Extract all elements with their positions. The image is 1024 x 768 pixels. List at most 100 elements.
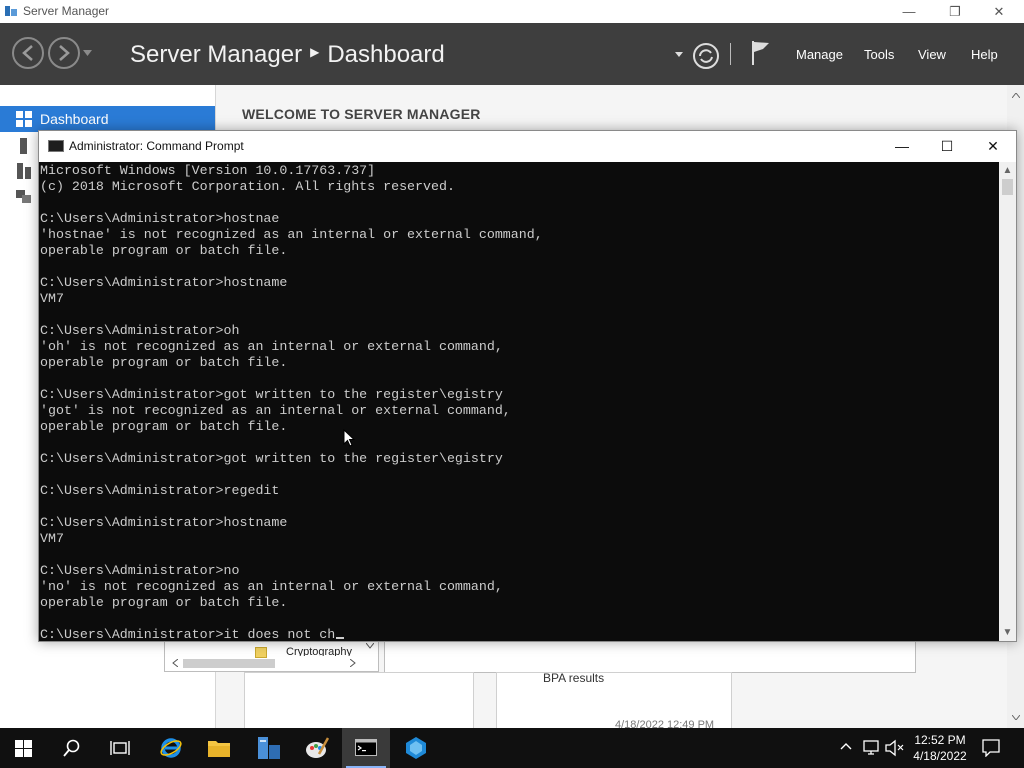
hscroll-left-icon[interactable] — [172, 659, 178, 667]
console-line: 'no' is not recognized as an internal or… — [40, 579, 503, 594]
command-prompt-title: Administrator: Command Prompt — [69, 139, 244, 153]
tree-scroll-down-icon[interactable] — [366, 643, 374, 649]
console-line: 'got' is not recognized as an internal o… — [40, 403, 511, 418]
command-prompt-titlebar[interactable]: Administrator: Command Prompt — ☐ ✕ — [39, 131, 1016, 162]
start-button[interactable] — [0, 728, 48, 768]
windows-logo-icon — [15, 740, 32, 757]
network-icon[interactable] — [862, 740, 880, 756]
server-manager-titlebar: Server Manager — ❐ ✕ — [0, 0, 1024, 24]
close-button[interactable]: ✕ — [976, 0, 1022, 23]
menu-help[interactable]: Help — [971, 47, 998, 62]
header-divider — [730, 43, 731, 65]
breadcrumb: Server Manager ▶ Dashboard — [130, 41, 445, 69]
console-scroll-up-icon[interactable]: ▲ — [999, 162, 1016, 179]
search-icon — [63, 739, 80, 757]
console-line: C:\Users\Administrator>hostname — [40, 275, 288, 290]
scroll-up-icon[interactable] — [1012, 93, 1020, 98]
paint-taskbar[interactable] — [293, 728, 341, 768]
dashboard-tile: BPA results 4/18/2022 12:49 PM — [496, 671, 732, 728]
dashboard-tile — [244, 672, 474, 728]
notifications-flag-icon[interactable] — [750, 39, 772, 67]
console-lines: Microsoft Windows [Version 10.0.17763.73… — [40, 163, 543, 641]
hscroll-thumb[interactable] — [183, 659, 275, 668]
cmd-minimize-button[interactable]: — — [879, 131, 925, 162]
folder-icon — [255, 647, 267, 658]
console-scroll-thumb[interactable] — [1002, 179, 1013, 195]
server-manager-taskbar[interactable] — [244, 728, 292, 768]
console-line: operable program or batch file. — [40, 243, 288, 258]
console-line: C:\Users\Administrator>hostnae — [40, 211, 280, 226]
menu-view[interactable]: View — [918, 47, 946, 62]
console-line: C:\Users\Administrator>no — [40, 563, 240, 578]
mouse-cursor-icon — [343, 429, 355, 447]
tree-item-label: Cryptography — [286, 646, 353, 656]
forward-button[interactable] — [48, 37, 80, 69]
server-manager-app-icon — [5, 6, 17, 16]
internet-explorer-taskbar[interactable] — [146, 728, 194, 768]
forward-arrow-icon — [59, 45, 70, 61]
console-output[interactable]: Microsoft Windows [Version 10.0.17763.73… — [39, 162, 999, 641]
taskbar: 12:52 PM 4/18/2022 — [0, 728, 1024, 768]
sidebar-item-dashboard[interactable]: Dashboard — [0, 106, 215, 132]
minimize-button[interactable]: — — [886, 0, 932, 23]
console-line: operable program or batch file. — [40, 595, 288, 610]
console-line: operable program or batch file. — [40, 355, 288, 370]
console-scrollbar[interactable]: ▲ ▼ — [999, 162, 1016, 641]
internet-explorer-icon — [160, 738, 182, 758]
console-scroll-down-icon[interactable]: ▼ — [999, 624, 1016, 641]
breadcrumb-separator-icon: ▶ — [310, 44, 320, 59]
task-view-button[interactable] — [96, 728, 144, 768]
clock-time: 12:52 PM — [914, 733, 966, 747]
refresh-dropdown-icon[interactable] — [675, 52, 683, 57]
text-cursor — [336, 637, 345, 639]
hyper-v-taskbar[interactable] — [392, 728, 440, 768]
cmd-close-button[interactable]: ✕ — [970, 131, 1016, 162]
folder-icon — [208, 741, 230, 757]
registry-values-panel — [384, 640, 916, 673]
menu-tools[interactable]: Tools — [864, 47, 894, 62]
window-title: Server Manager — [23, 4, 110, 18]
command-prompt-taskbar[interactable] — [342, 728, 390, 768]
tile-timestamp: 4/18/2022 12:49 PM — [615, 719, 715, 728]
console-line: C:\Users\Administrator>hostname — [40, 515, 288, 530]
menu-manage[interactable]: Manage — [796, 47, 843, 62]
registry-tree-fragment: Cryptography — [164, 640, 379, 672]
server-manager-header: Server Manager ▶ Dashboard Manage Tools Vi… — [0, 23, 1024, 85]
console-line: operable program or batch file. — [40, 419, 288, 434]
hyper-v-icon — [406, 737, 426, 759]
console-line: C:\Users\Administrator>got written to th… — [40, 387, 503, 402]
console-line: C:\Users\Administrator>regedit — [40, 483, 280, 498]
action-center-icon[interactable] — [982, 739, 1000, 757]
search-button[interactable] — [48, 728, 96, 768]
volume-muted-icon[interactable] — [884, 739, 904, 757]
restore-button[interactable]: ❐ — [932, 0, 978, 23]
cmd-maximize-button[interactable]: ☐ — [924, 131, 970, 162]
console-line: 'oh' is not recognized as an internal or… — [40, 339, 503, 354]
breadcrumb-app: Server Manager — [130, 41, 303, 68]
task-view-icon — [110, 741, 130, 755]
file-storage-services-icon[interactable] — [16, 188, 32, 204]
command-prompt-icon — [355, 739, 377, 756]
scroll-down-icon[interactable] — [1012, 715, 1020, 720]
hscroll-right-icon[interactable] — [350, 659, 356, 667]
bpa-results-label[interactable]: BPA results — [543, 671, 604, 685]
dashboard-icon — [16, 111, 32, 127]
history-dropdown-icon[interactable] — [83, 50, 92, 56]
all-servers-icon[interactable] — [16, 163, 32, 179]
console-line: C:\Users\Administrator>oh — [40, 323, 240, 338]
file-explorer-taskbar[interactable] — [195, 728, 243, 768]
back-button[interactable] — [12, 37, 44, 69]
refresh-icon[interactable] — [692, 42, 720, 70]
taskbar-clock[interactable]: 12:52 PM 4/18/2022 — [905, 732, 975, 764]
console-line: C:\Users\Administrator>got written to th… — [40, 451, 503, 466]
local-server-icon[interactable] — [16, 138, 32, 154]
show-hidden-icons-icon[interactable] — [840, 742, 852, 750]
